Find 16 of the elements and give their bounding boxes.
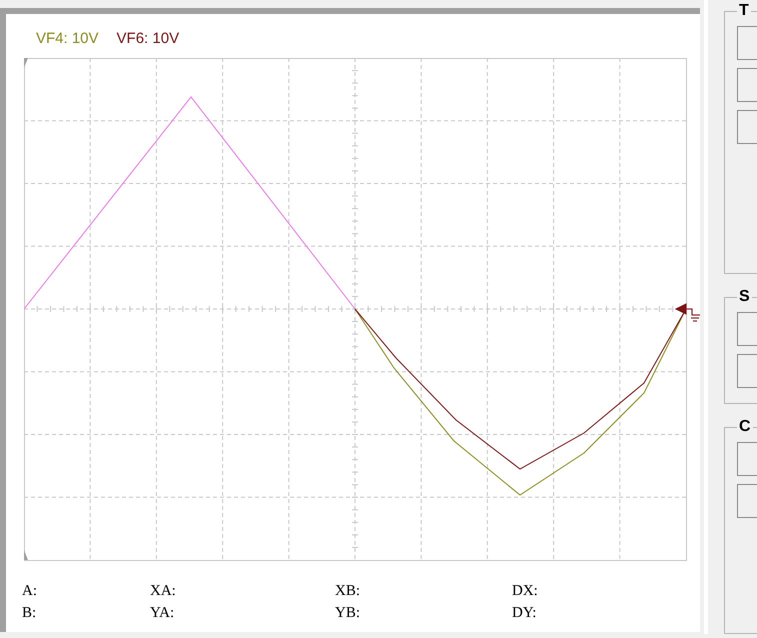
marker-icon xyxy=(24,550,28,560)
group-title: S xyxy=(738,288,751,306)
readout-label: A: xyxy=(22,583,38,600)
channel-label: VF4: 10V xyxy=(36,30,99,49)
marker-icon xyxy=(24,58,28,68)
readout-label: XA: xyxy=(150,583,177,600)
readout-label: B: xyxy=(22,605,38,622)
trigger-icon xyxy=(674,303,700,322)
group-title: T xyxy=(738,2,750,20)
readout-label: XB: xyxy=(335,583,362,600)
group-title: C xyxy=(738,418,752,436)
channel-label: VF6: 10V xyxy=(116,30,180,49)
readout-label: YA: xyxy=(150,605,176,622)
readout-label: DY: xyxy=(512,605,538,622)
readout-label: YB: xyxy=(335,605,362,622)
readout-label: DX: xyxy=(512,583,539,600)
